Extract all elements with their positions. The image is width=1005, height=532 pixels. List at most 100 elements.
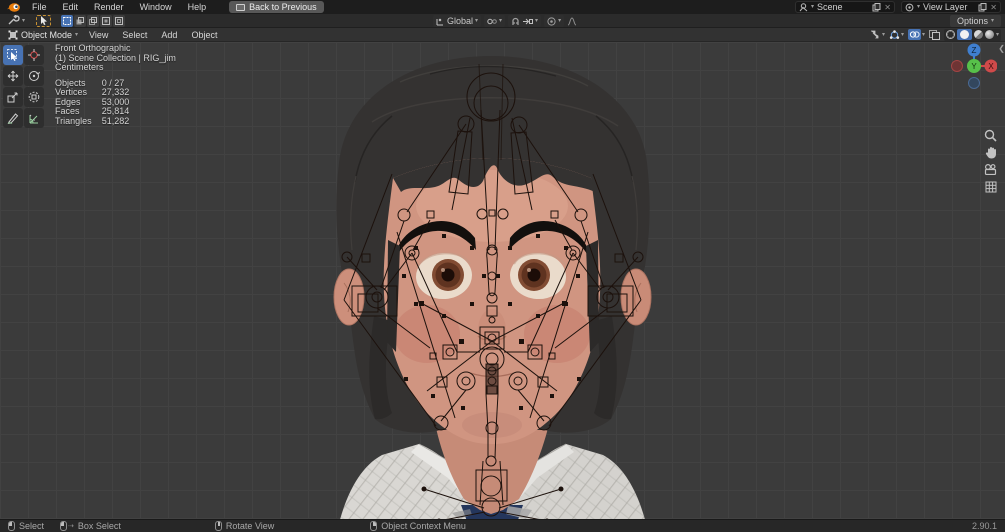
tool-shelf: [3, 45, 44, 128]
hint-box-select: ⇢ Box Select: [60, 521, 121, 531]
orientation-icon: [436, 18, 443, 25]
hint-box-select-label: Box Select: [77, 521, 121, 531]
menu-add[interactable]: Add: [154, 29, 184, 41]
shading-wireframe-button[interactable]: [945, 30, 955, 39]
new-scene-icon[interactable]: [872, 2, 881, 12]
selectability-filter-dropdown[interactable]: ▾: [870, 30, 885, 40]
proportional-edit-group[interactable]: ▾: [544, 15, 565, 27]
menu-help[interactable]: Help: [181, 1, 214, 13]
solid-sphere-icon: [959, 30, 969, 39]
active-tool-dropdown[interactable]: ▾: [4, 15, 28, 26]
hint-context-menu-label: Object Context Menu: [381, 521, 466, 531]
shading-mode-group: ▾: [943, 28, 1001, 41]
gizmo-neg-x-axis[interactable]: [951, 60, 963, 72]
zoom-button[interactable]: [982, 128, 999, 143]
chevron-down-icon: ▾: [811, 4, 815, 10]
viewport-header: Object Mode ▾ View Select Add Object ▾ ▾: [0, 28, 1005, 42]
stats-table: Objects 0 / 27 Vertices 27,332 Edges 53,000…: [55, 78, 130, 127]
status-bar: Select ⇢ Box Select Rotate View Object C…: [0, 519, 1005, 532]
tool-scale[interactable]: [3, 87, 23, 107]
view-layer-selector[interactable]: ▾ View Layer ✕: [901, 1, 1001, 13]
select-mode-group: [61, 14, 126, 27]
pan-hand-button[interactable]: [982, 145, 999, 160]
chevron-down-icon: ▾: [499, 18, 503, 24]
options-label: Options: [956, 15, 988, 26]
view-layer-icon: [905, 3, 914, 11]
unlink-scene-icon[interactable]: ✕: [884, 3, 891, 12]
select-mode-subtract-button[interactable]: [87, 14, 100, 27]
snap-group[interactable]: ▾: [508, 15, 542, 27]
stat-row-triangles: Triangles 51,282: [55, 115, 130, 126]
tool-transform[interactable]: [24, 87, 44, 107]
orientation-value: Global: [447, 16, 474, 26]
hint-select: Select: [8, 521, 44, 531]
chevron-down-icon: ▾: [558, 18, 562, 24]
menu-object[interactable]: Object: [184, 29, 224, 41]
camera-view-button[interactable]: [982, 162, 999, 177]
shading-rendered-button[interactable]: [984, 30, 994, 39]
tool-move[interactable]: [3, 66, 23, 86]
menu-file[interactable]: File: [25, 1, 54, 13]
pivot-point-dropdown[interactable]: ▾: [484, 15, 506, 27]
gizmo-z-label: Z: [972, 46, 977, 55]
new-view-layer-icon[interactable]: [978, 2, 987, 12]
select-mode-extend-button[interactable]: [74, 14, 87, 27]
tool-annotate[interactable]: [3, 108, 23, 128]
filter-icon: [870, 30, 879, 38]
gizmo-x-label: X: [988, 62, 994, 71]
perspective-toggle-button[interactable]: [982, 179, 999, 194]
menu-select[interactable]: Select: [115, 29, 154, 41]
back-to-previous-button[interactable]: Back to Previous: [229, 1, 324, 13]
remove-view-layer-icon[interactable]: ✕: [990, 3, 997, 12]
hint-rotate-view: Rotate View: [214, 521, 274, 531]
select-box-tool-button[interactable]: [36, 14, 52, 27]
menu-render[interactable]: Render: [87, 1, 131, 13]
menu-edit[interactable]: Edit: [56, 1, 86, 13]
chevron-down-icon: ▾: [535, 18, 539, 24]
select-mode-invert-button[interactable]: [100, 14, 113, 27]
chevron-down-icon: ▾: [995, 31, 999, 38]
scene-selector[interactable]: ▾ Scene ✕: [795, 1, 895, 13]
overlays-icon: [907, 29, 921, 40]
topbar: File Edit Render Window Help Back to Pre…: [0, 0, 1005, 14]
mode-dropdown[interactable]: Object Mode ▾: [4, 30, 82, 40]
tool-measure[interactable]: [24, 108, 44, 128]
options-dropdown[interactable]: Options ▾: [949, 14, 1001, 27]
workspace-icon: [236, 3, 246, 11]
mode-label: Object Mode: [21, 29, 73, 40]
left-mouse-drag-icon: [60, 521, 68, 531]
pivot-icon: [487, 18, 497, 24]
gizmos-dropdown[interactable]: ▾: [889, 29, 904, 40]
back-to-previous-label: Back to Previous: [249, 2, 317, 12]
magnet-icon: [512, 17, 519, 25]
chevron-down-icon: ▾: [75, 31, 79, 38]
overlays-dropdown[interactable]: ▾: [907, 29, 925, 40]
scene-name: Scene: [817, 2, 843, 12]
shading-solid-button[interactable]: [956, 29, 972, 40]
tool-select-box[interactable]: [3, 45, 23, 65]
chevron-down-icon: ▾: [921, 31, 925, 38]
gizmo-neg-z-axis[interactable]: [968, 77, 980, 89]
select-mode-intersect-button[interactable]: [113, 14, 126, 27]
hint-context-menu: Object Context Menu: [370, 521, 466, 531]
gizmo-icon: [889, 29, 900, 39]
xray-toggle[interactable]: [928, 29, 940, 40]
view-layer-name: View Layer: [923, 2, 968, 12]
3d-viewport[interactable]: Front Orthographic (1) Scene Collection …: [0, 42, 1005, 519]
menu-view[interactable]: View: [82, 29, 115, 41]
tool-icon: [8, 15, 20, 25]
tool-rotate[interactable]: [24, 66, 44, 86]
middle-mouse-icon: [214, 521, 222, 531]
sidebar-toggle-arrow[interactable]: ❮: [998, 44, 1005, 53]
proportional-edit-icon: [547, 16, 556, 26]
object-mode-icon: [8, 30, 18, 39]
tool-cursor[interactable]: [24, 45, 44, 65]
blender-logo-icon: [7, 2, 20, 12]
shading-material-button[interactable]: [973, 30, 983, 39]
select-mode-set-button[interactable]: [61, 14, 74, 27]
falloff-curve-icon: [567, 16, 577, 25]
chevron-down-icon: ▾: [475, 18, 479, 24]
navigation-gizmo[interactable]: Z X Y: [951, 42, 997, 94]
orientation-dropdown[interactable]: Global ▾: [433, 15, 482, 27]
menu-window[interactable]: Window: [133, 1, 179, 13]
